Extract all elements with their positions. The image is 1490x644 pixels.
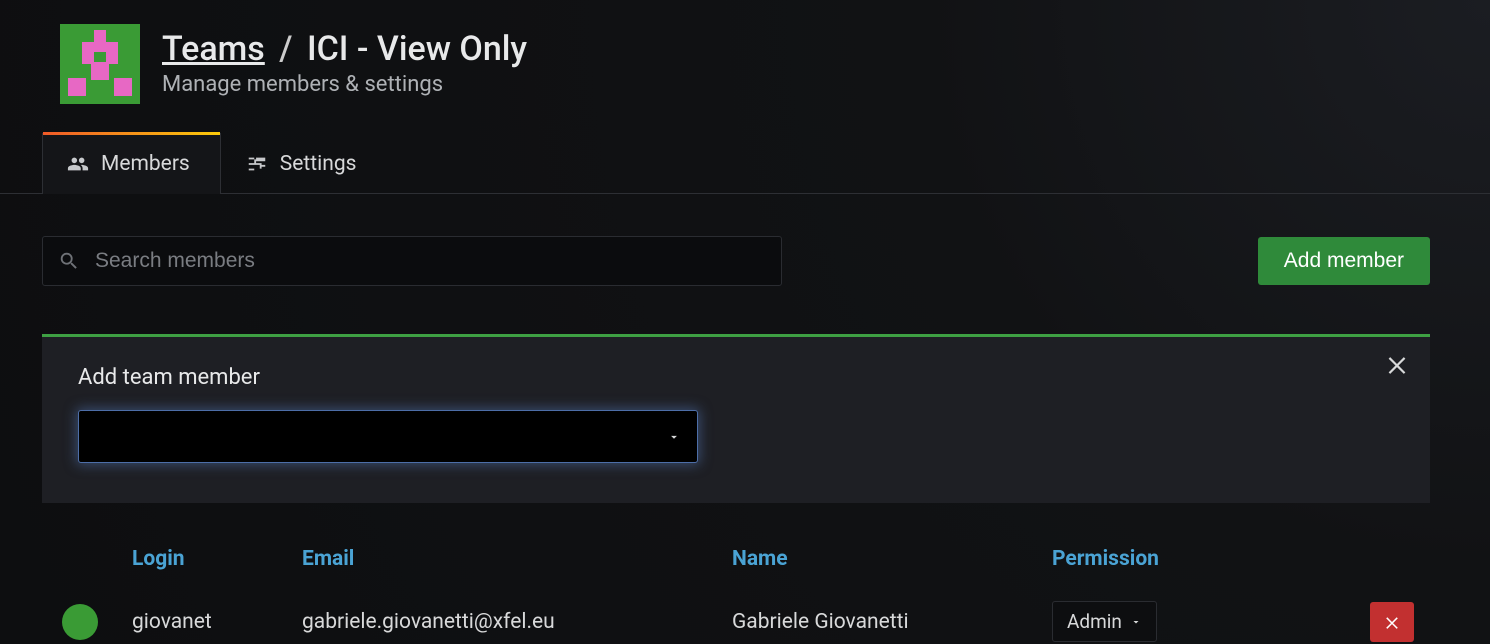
- tab-settings[interactable]: Settings: [221, 133, 388, 194]
- breadcrumb: Teams / ICI - View Only: [162, 31, 527, 68]
- search-icon: [58, 250, 80, 272]
- avatar: [62, 604, 98, 640]
- close-icon[interactable]: [1384, 351, 1410, 377]
- search-input[interactable]: [42, 236, 782, 286]
- tab-bar: Members Settings: [0, 132, 1490, 194]
- tab-members[interactable]: Members: [42, 133, 221, 194]
- tab-members-label: Members: [101, 152, 190, 176]
- search-wrap: [42, 236, 782, 286]
- delete-member-button[interactable]: [1370, 602, 1414, 642]
- chevron-down-icon: [667, 430, 681, 444]
- header-text: Teams / ICI - View Only Manage members &…: [162, 31, 527, 97]
- add-member-button[interactable]: Add member: [1258, 237, 1430, 285]
- tab-settings-label: Settings: [280, 152, 357, 176]
- content-area: Add member Add team member Login Email N…: [0, 194, 1490, 644]
- cell-name: Gabriele Giovanetti: [732, 610, 1052, 634]
- member-combobox-input[interactable]: [95, 425, 667, 448]
- add-member-panel: Add team member: [42, 334, 1430, 503]
- page-subtitle: Manage members & settings: [162, 72, 527, 97]
- sliders-icon: [246, 153, 268, 175]
- members-table-header: Login Email Name Permission: [42, 547, 1430, 589]
- page-header: Teams / ICI - View Only Manage members &…: [0, 0, 1490, 104]
- cell-email: gabriele.giovanetti@xfel.eu: [302, 610, 732, 634]
- add-member-panel-title: Add team member: [78, 365, 1394, 390]
- members-icon: [67, 153, 89, 175]
- close-icon: [1383, 613, 1401, 631]
- team-avatar: [60, 24, 140, 104]
- column-header-permission[interactable]: Permission: [1052, 547, 1312, 571]
- permission-select[interactable]: Admin: [1052, 601, 1157, 642]
- chevron-down-icon: [1130, 616, 1142, 628]
- column-header-email[interactable]: Email: [302, 547, 732, 571]
- cell-login: giovanet: [132, 610, 302, 634]
- permission-value: Admin: [1067, 610, 1122, 633]
- breadcrumb-current: ICI - View Only: [307, 29, 527, 69]
- table-row: giovanet gabriele.giovanetti@xfel.eu Gab…: [42, 589, 1430, 644]
- breadcrumb-separator: /: [273, 29, 298, 69]
- column-header-login[interactable]: Login: [132, 547, 302, 571]
- column-header-name[interactable]: Name: [732, 547, 1052, 571]
- breadcrumb-root-link[interactable]: Teams: [162, 29, 265, 69]
- toolbar: Add member: [42, 236, 1430, 286]
- member-combobox[interactable]: [78, 410, 698, 463]
